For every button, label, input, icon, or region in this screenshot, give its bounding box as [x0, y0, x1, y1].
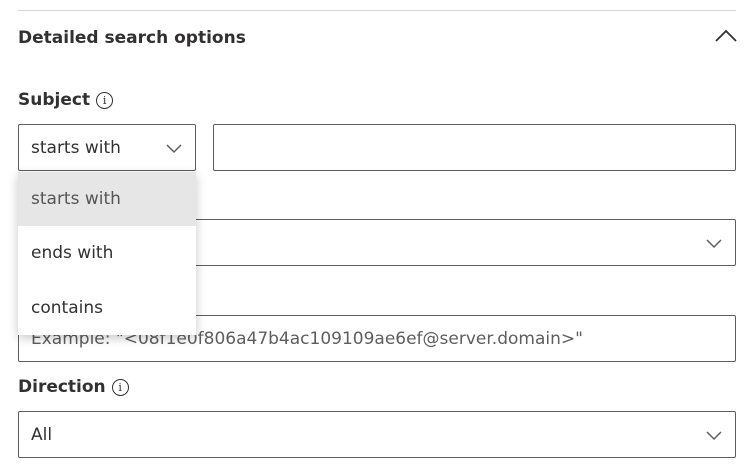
chevron-up-icon [715, 29, 737, 42]
direction-label: Direction i [18, 377, 129, 397]
info-icon[interactable]: i [111, 378, 129, 396]
subject-text-input[interactable] [213, 124, 736, 171]
collapse-section-button[interactable] [712, 24, 740, 48]
section-title: Detailed search options [18, 28, 246, 48]
info-icon[interactable]: i [96, 91, 114, 109]
option-starts-with[interactable]: starts with [18, 172, 196, 227]
section-divider [18, 10, 736, 11]
subject-label: Subject i [18, 90, 114, 110]
option-contains[interactable]: contains [18, 281, 196, 335]
chevron-down-icon [706, 430, 722, 440]
direction-label-text: Direction [18, 377, 106, 397]
chevron-down-icon [706, 238, 722, 248]
direction-select[interactable]: All [18, 411, 736, 458]
subject-label-text: Subject [18, 90, 91, 110]
direction-value: All [31, 424, 53, 445]
subject-operator-value: starts with [31, 137, 121, 158]
chevron-down-icon [166, 143, 182, 153]
option-ends-with[interactable]: ends with [18, 226, 196, 280]
subject-operator-dropdown: starts with ends with contains [18, 172, 196, 335]
subject-operator-select[interactable]: starts with [18, 124, 196, 171]
